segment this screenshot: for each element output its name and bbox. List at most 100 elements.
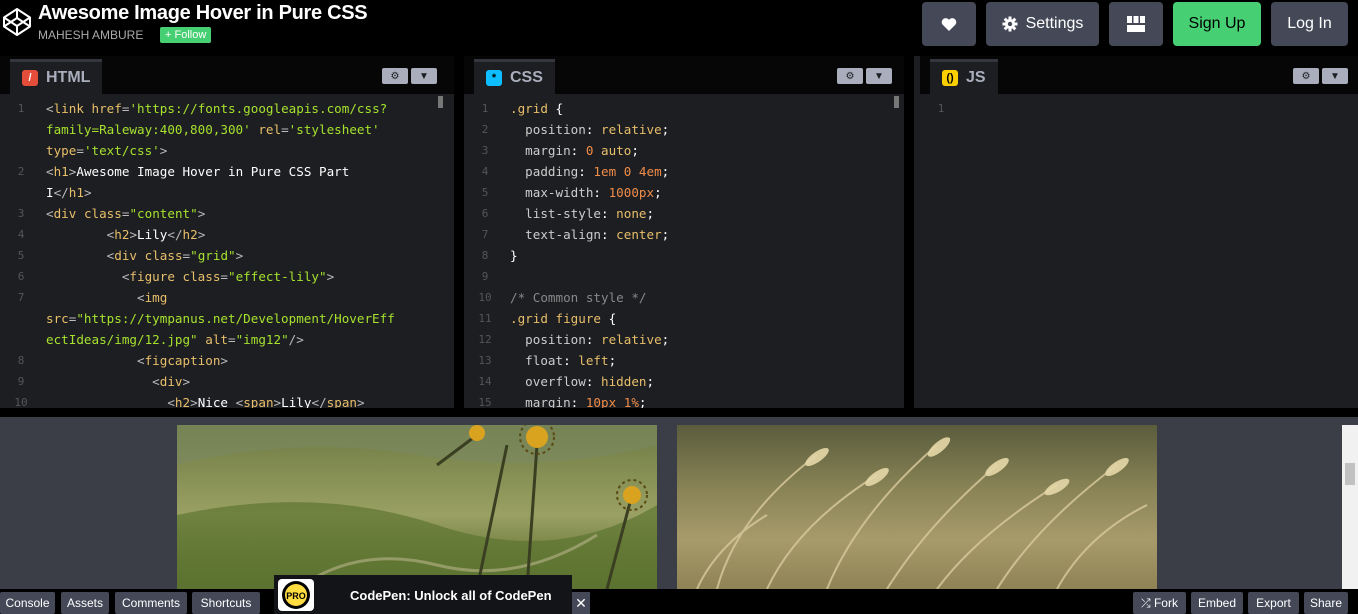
code-line[interactable]: 5 <div class="grid">	[0, 245, 454, 266]
code-token: >	[197, 227, 206, 242]
code-line[interactable]: 10 <h2>Nice <span>Lily</span>	[0, 392, 454, 408]
sign-up-button[interactable]: Sign Up	[1173, 2, 1261, 46]
editors-panel: / HTML ⚙ ▼ 1 <link href='https://fonts.go…	[0, 56, 1358, 408]
code-line[interactable]: 14 overflow: hidden;	[464, 371, 909, 392]
code-line[interactable]: 4 padding: 1em 0 4em;	[464, 161, 909, 182]
html-tab[interactable]: / HTML	[10, 59, 103, 94]
code-line[interactable]: ectIdeas/img/12.jpg" alt="img12"/>	[0, 329, 454, 350]
html-collapse-icon[interactable]: ▼	[411, 68, 437, 84]
line-number	[0, 182, 46, 203]
author-name[interactable]: MAHESH AMBURE	[38, 28, 143, 42]
js-settings-icon[interactable]: ⚙	[1293, 68, 1319, 84]
code-line[interactable]: 4 <h2>Lily</h2>	[0, 224, 454, 245]
code-line[interactable]: 13 float: left;	[464, 350, 909, 371]
code-text: list-style: none;	[510, 203, 654, 224]
heart-button[interactable]	[922, 2, 976, 46]
code-line[interactable]: I</h1>	[0, 182, 454, 203]
js-code[interactable]: 1	[920, 98, 1358, 408]
html-settings-icon[interactable]: ⚙	[382, 68, 408, 84]
code-token: type	[46, 143, 77, 158]
code-text: }	[510, 245, 518, 266]
layout-button[interactable]	[1109, 2, 1163, 46]
code-line[interactable]: 6 <figure class="effect-lily">	[0, 266, 454, 287]
html-scrollbar[interactable]	[438, 96, 443, 108]
export-button[interactable]: Export	[1248, 592, 1299, 614]
code-text: <div>	[46, 371, 190, 392]
code-line[interactable]: 7 text-align: center;	[464, 224, 909, 245]
code-line[interactable]: src="https://tympanus.net/Development/Ho…	[0, 308, 454, 329]
code-line[interactable]: 15 margin: 10px 1%;	[464, 392, 909, 408]
code-line[interactable]: 3 <div class="content">	[0, 203, 454, 224]
preview-resize-handle[interactable]	[0, 408, 1358, 417]
line-number: 2	[481, 123, 489, 136]
layout-icon	[1127, 16, 1145, 32]
code-token: max-width	[510, 185, 594, 200]
code-token: auto	[601, 143, 632, 158]
line-number: 12	[478, 333, 492, 346]
css-tab[interactable]: * CSS	[474, 59, 555, 94]
code-token: "grid"	[190, 248, 236, 263]
line-number: 9	[17, 375, 25, 388]
code-line[interactable]: 9	[464, 266, 909, 287]
code-line[interactable]: family=Raleway:400,800,300' rel='stylesh…	[0, 119, 454, 140]
pro-badge-text: PRO	[286, 591, 306, 601]
code-line[interactable]: 1	[920, 98, 1358, 119]
code-token: =	[220, 269, 229, 284]
line-number: 9	[481, 270, 489, 283]
preview-scrollbar-thumb[interactable]	[1345, 463, 1355, 485]
code-line[interactable]: 12 position: relative;	[464, 329, 909, 350]
css-scrollbar[interactable]	[894, 96, 899, 108]
share-button[interactable]: Share	[1304, 592, 1348, 614]
fork-button[interactable]: ⤮ Fork	[1133, 592, 1186, 614]
line-number	[0, 329, 46, 350]
code-text: ectIdeas/img/12.jpg" alt="img12"/>	[46, 329, 304, 350]
code-line[interactable]: 11 .grid figure {	[464, 308, 909, 329]
code-line[interactable]: 1 <link href='https://fonts.googleapis.co…	[0, 98, 454, 119]
footer-bar: Console Assets Comments Shortcuts ⤮ Fork…	[0, 589, 1358, 614]
code-token: src	[46, 311, 69, 326]
css-code[interactable]: 1 .grid {2 position: relative; 3 margin: 0…	[464, 98, 909, 408]
code-token: class	[144, 248, 183, 263]
code-line[interactable]: 2 position: relative;	[464, 119, 909, 140]
comments-button[interactable]: Comments	[115, 592, 187, 614]
console-button[interactable]: Console	[0, 592, 55, 614]
code-token: padding	[510, 164, 579, 179]
js-tab[interactable]: () JS	[930, 59, 998, 94]
html-code[interactable]: 1 <link href='https://fonts.googleapis.co…	[0, 98, 454, 408]
code-text: position: relative;	[510, 329, 669, 350]
js-collapse-icon[interactable]: ▼	[1322, 68, 1348, 84]
log-in-button[interactable]: Log In	[1271, 2, 1348, 46]
css-settings-icon[interactable]: ⚙	[837, 68, 863, 84]
line-number: 10	[478, 291, 492, 304]
code-text: family=Raleway:400,800,300' rel='stylesh…	[46, 119, 380, 140]
code-line[interactable]: 8 <figcaption>	[0, 350, 454, 371]
code-token: left	[578, 353, 609, 368]
codepen-logo-icon[interactable]	[2, 7, 32, 37]
code-token: <	[46, 101, 54, 116]
assets-button[interactable]: Assets	[61, 592, 109, 614]
code-token: <	[167, 395, 175, 408]
close-promo-button[interactable]: ✕	[572, 592, 590, 614]
code-line[interactable]: 7 <img	[0, 287, 454, 308]
follow-button[interactable]: + Follow	[160, 27, 212, 43]
preview-scrollbar[interactable]	[1342, 425, 1358, 589]
pro-promo-banner[interactable]: PRO CodePen: Unlock all of CodePen	[274, 575, 572, 614]
shortcuts-button[interactable]: Shortcuts	[192, 592, 260, 614]
editor-divider[interactable]	[904, 56, 914, 408]
code-line[interactable]: 6 list-style: none;	[464, 203, 909, 224]
embed-button[interactable]: Embed	[1191, 592, 1243, 614]
code-line[interactable]: 1 .grid {	[464, 98, 909, 119]
code-line[interactable]: 2 <h1>Awesome Image Hover in Pure CSS Par…	[0, 161, 454, 182]
code-token: center	[616, 227, 662, 242]
code-token: Nice	[197, 395, 236, 408]
code-line[interactable]: 5 max-width: 1000px;	[464, 182, 909, 203]
settings-button[interactable]: Settings	[986, 2, 1099, 46]
css-collapse-icon[interactable]: ▼	[866, 68, 892, 84]
code-line[interactable]: 3 margin: 0 auto;	[464, 140, 909, 161]
code-line[interactable]: type='text/css'>	[0, 140, 454, 161]
code-line[interactable]: 9 <div>	[0, 371, 454, 392]
editor-divider[interactable]	[454, 56, 464, 408]
code-line[interactable]: 10 /* Common style */	[464, 287, 909, 308]
code-line[interactable]: 8}	[464, 245, 909, 266]
